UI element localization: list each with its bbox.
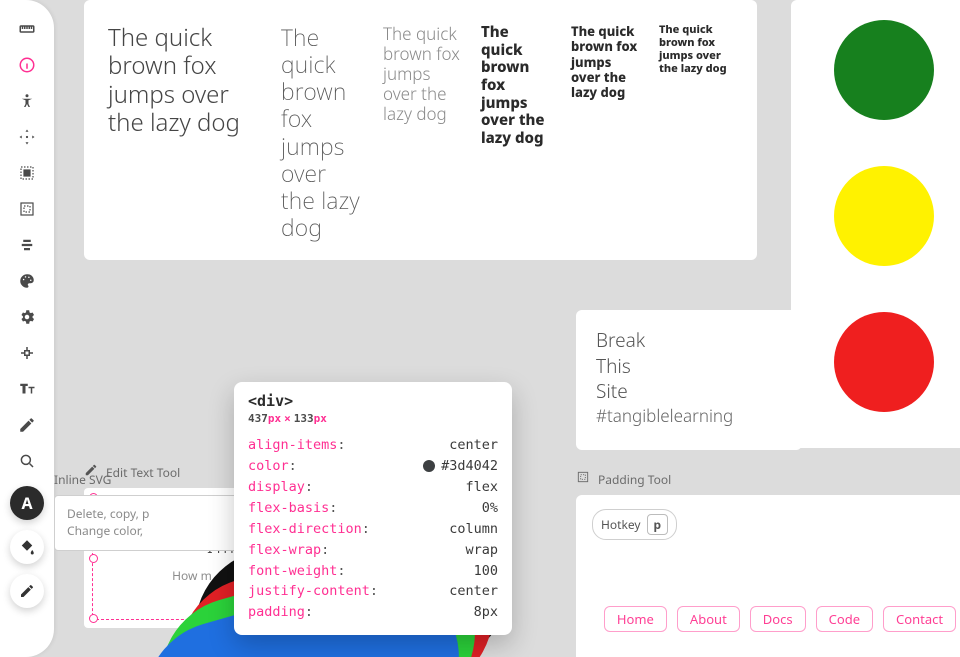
margin-icon[interactable] xyxy=(12,158,42,188)
inspector-row: padding:8px xyxy=(248,602,498,623)
hotkey-key: p xyxy=(647,514,669,535)
padding-tool-title: Padding Tool xyxy=(598,471,671,488)
nav-pills: Home About Docs Code Contact xyxy=(592,606,960,632)
align-icon[interactable] xyxy=(12,230,42,260)
padding-box-icon xyxy=(576,470,590,488)
paint-bucket-icon xyxy=(18,538,36,556)
ruler-icon[interactable] xyxy=(12,14,42,44)
inspector-tag: <div> xyxy=(248,392,498,410)
pencil-icon[interactable] xyxy=(12,410,42,440)
color-circle-red[interactable] xyxy=(834,312,934,412)
pill-code[interactable]: Code xyxy=(816,606,873,632)
palette-icon[interactable] xyxy=(12,266,42,296)
resize-handle[interactable] xyxy=(89,614,98,623)
hotkey-pill: Hotkey p xyxy=(592,509,677,540)
position-icon[interactable] xyxy=(12,338,42,368)
pill-about[interactable]: About xyxy=(677,606,740,632)
pencil-fab-icon xyxy=(19,583,35,599)
color-circle-yellow[interactable] xyxy=(834,166,934,266)
inspector-size: 437px×133px xyxy=(248,412,498,425)
inspector-row: display:flex xyxy=(248,477,498,498)
search-icon[interactable] xyxy=(12,446,42,476)
pill-docs[interactable]: Docs xyxy=(750,606,806,632)
type-sample-bold-xs: The quick brown fox jumps over the lazy … xyxy=(659,24,737,76)
inspector-row: flex-direction:column xyxy=(248,519,498,540)
fill-fab[interactable] xyxy=(10,530,44,564)
padding-icon[interactable] xyxy=(12,194,42,224)
inspector-row: justify-content:center xyxy=(248,581,498,602)
inspector-row: font-weight:100 xyxy=(248,561,498,582)
inline-svg-title: Inline SVG xyxy=(54,471,111,488)
type-sample-xl: The quick brown fox jumps over the lazy … xyxy=(108,24,263,137)
inspector-row: flex-wrap:wrap xyxy=(248,540,498,561)
resize-handle[interactable] xyxy=(89,554,98,563)
move-icon[interactable] xyxy=(12,122,42,152)
break-this-site-card[interactable]: Break This Site #tangiblelearning xyxy=(576,310,802,450)
color-circles-panel[interactable] xyxy=(791,0,960,448)
hotkey-label: Hotkey xyxy=(601,516,641,533)
gear-icon[interactable] xyxy=(12,302,42,332)
workspace: The quick brown fox jumps over the lazy … xyxy=(54,0,960,657)
type-sample-md: The quick brown fox jumps over the lazy … xyxy=(383,24,463,124)
css-inspector-popover: <div> 437px×133px align-items:centercolo… xyxy=(234,382,512,635)
inspector-row: color:#3d4042 xyxy=(248,456,498,477)
color-circle-green[interactable] xyxy=(834,20,934,120)
text-fab-label: A xyxy=(21,492,32,514)
inspector-row: align-items:center xyxy=(248,435,498,456)
inspector-props: align-items:centercolor:#3d4042display:f… xyxy=(248,435,498,623)
inspector-row: flex-basis:0% xyxy=(248,498,498,519)
pill-contact[interactable]: Contact xyxy=(883,606,956,632)
padding-tool-card[interactable]: Hotkey p Home About Docs Code Contact xyxy=(576,495,960,657)
pill-home[interactable]: Home xyxy=(604,606,667,632)
accessibility-icon[interactable] xyxy=(12,86,42,116)
type-sample-bold-sm: The quick brown fox jumps over the lazy … xyxy=(571,24,641,101)
aside-line: Site xyxy=(596,379,782,405)
type-scale-panel[interactable]: The quick brown fox jumps over the lazy … xyxy=(84,0,757,260)
aside-line: This xyxy=(596,354,782,380)
fab-stack: A xyxy=(10,486,44,618)
sidebar-toolbar: A xyxy=(0,0,54,657)
text-size-icon[interactable] xyxy=(12,374,42,404)
edit-fab[interactable] xyxy=(10,574,44,608)
type-sample-bold: The quick brown fox jumps over the lazy … xyxy=(481,24,553,148)
type-sample-lg: The quick brown fox jumps over the lazy … xyxy=(281,24,365,241)
text-fab[interactable]: A xyxy=(10,486,44,520)
info-icon[interactable] xyxy=(12,50,42,80)
aside-line: Break xyxy=(596,328,782,354)
aside-hashtag: #tangiblelearning xyxy=(596,405,782,428)
